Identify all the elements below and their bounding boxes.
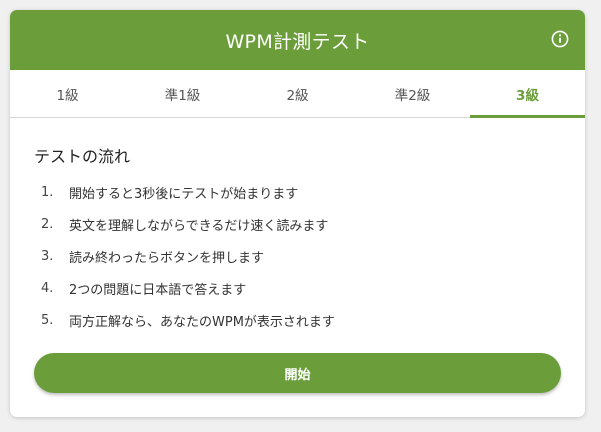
tab-label: 2級 [286,87,309,104]
tab-level-pre-1[interactable]: 準1級 [125,70,240,117]
step-text: 両方正解なら、あなたのWPMが表示されます [69,314,335,330]
tab-label: 3級 [516,87,539,104]
tab-label: 準2級 [394,87,431,104]
tab-label: 準1級 [164,87,201,104]
list-item: 1. 開始すると3秒後にテストが始まります [34,176,564,208]
tab-label: 1級 [56,87,79,104]
step-number: 5. [41,312,54,328]
wpm-test-card: WPM計測テスト 1級 準1級 2級 準2級 3級 テストの流れ 1. 開始する… [10,10,585,417]
step-number: 3. [41,248,54,264]
start-button-label: 開始 [284,367,311,383]
tab-level-1[interactable]: 1級 [10,70,125,117]
step-text: 英文を理解しながらできるだけ速く読みます [69,218,329,234]
step-text: 2つの問題に日本語で答えます [69,282,247,298]
info-icon[interactable] [551,30,569,48]
step-text: 開始すると3秒後にテストが始まります [69,186,299,202]
section-title: テストの流れ [34,147,131,166]
step-number: 4. [41,280,54,296]
header-bar: WPM計測テスト [10,10,585,70]
test-flow-section: テストの流れ 1. 開始すると3秒後にテストが始まります 2. 英文を理解しなが… [34,143,564,336]
step-number: 2. [41,216,54,232]
tab-level-2[interactable]: 2級 [240,70,355,117]
start-button[interactable]: 開始 [34,353,561,393]
step-number: 1. [41,184,54,200]
step-text: 読み終わったらボタンを押します [69,250,265,266]
steps-list: 1. 開始すると3秒後にテストが始まります 2. 英文を理解しながらできるだけ速… [34,176,564,336]
list-item: 3. 読み終わったらボタンを押します [34,240,564,272]
level-tabs: 1級 準1級 2級 準2級 3級 [10,70,585,118]
list-item: 4. 2つの問題に日本語で答えます [34,272,564,304]
tab-level-3[interactable]: 3級 [470,70,585,118]
list-item: 5. 両方正解なら、あなたのWPMが表示されます [34,304,564,336]
list-item: 2. 英文を理解しながらできるだけ速く読みます [34,208,564,240]
page-title: WPM計測テスト [225,30,370,53]
tab-level-pre-2[interactable]: 準2級 [355,70,470,117]
